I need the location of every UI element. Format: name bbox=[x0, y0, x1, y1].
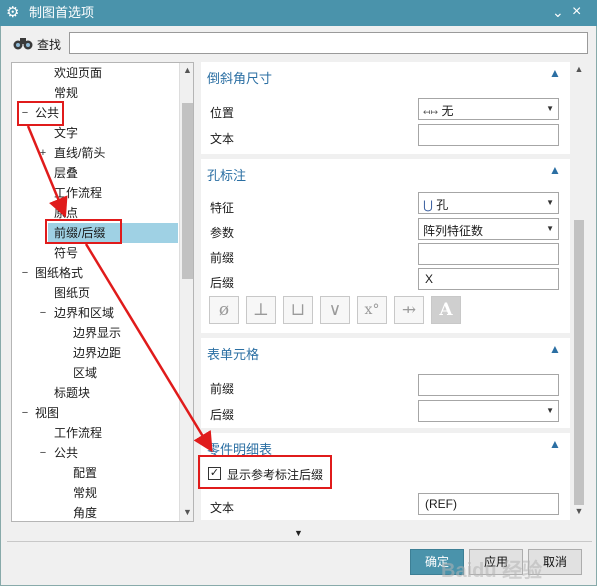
annotation-arrows bbox=[26, 125, 213, 453]
annotation-arrow bbox=[84, 243, 213, 453]
annotation-arrow bbox=[26, 125, 68, 218]
